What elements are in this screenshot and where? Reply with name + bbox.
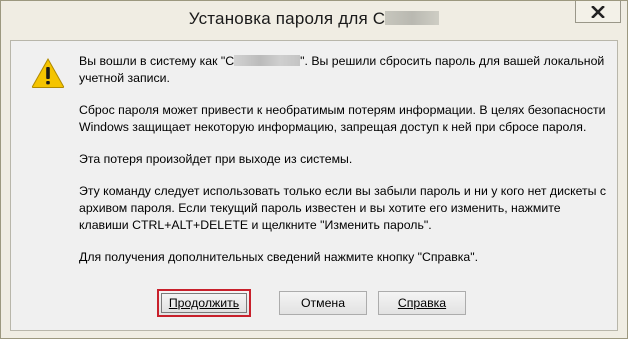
message-paragraph-5: Для получения дополнительных сведений на… xyxy=(79,250,479,264)
redacted-username xyxy=(234,55,301,66)
close-button[interactable] xyxy=(575,1,621,23)
dialog-body: Вы вошли в систему как "С ". Вы решили сб… xyxy=(10,40,618,331)
dialog-window: Установка пароля для С Вы вошли в систем… xyxy=(0,0,628,339)
button-row: Продолжить Отмена Справка xyxy=(11,288,617,318)
message-paragraph-2: Сброс пароля может привести к необратимы… xyxy=(79,103,606,134)
message-paragraph-4: Эту команду следует использовать только … xyxy=(79,184,607,232)
title-bar[interactable]: Установка пароля для С xyxy=(1,1,627,41)
help-button-label: Справка xyxy=(397,296,447,310)
help-button[interactable]: Справка xyxy=(378,291,466,315)
cancel-button-label: Отмена xyxy=(300,296,346,310)
continue-button[interactable]: Продолжить xyxy=(157,289,251,317)
continue-button-label: Продолжить xyxy=(168,296,240,310)
redacted-username xyxy=(385,11,440,25)
message-paragraph-3: Эта потеря произойдет при выходе из сист… xyxy=(79,152,353,166)
warning-icon xyxy=(31,57,65,88)
message-p1-start: Вы вошли в систему как "С xyxy=(79,54,235,68)
message-paragraph-1: Вы вошли в систему как "С ". Вы решили сб… xyxy=(79,53,611,87)
continue-button-focus: Продолжить xyxy=(161,293,247,313)
close-icon xyxy=(591,5,605,18)
message-text: Вы вошли в систему как "С ". Вы решили сб… xyxy=(79,53,611,281)
window-title-text: Установка пароля для С xyxy=(188,9,386,28)
window-title: Установка пароля для С xyxy=(1,9,627,29)
cancel-button[interactable]: Отмена xyxy=(279,291,367,315)
